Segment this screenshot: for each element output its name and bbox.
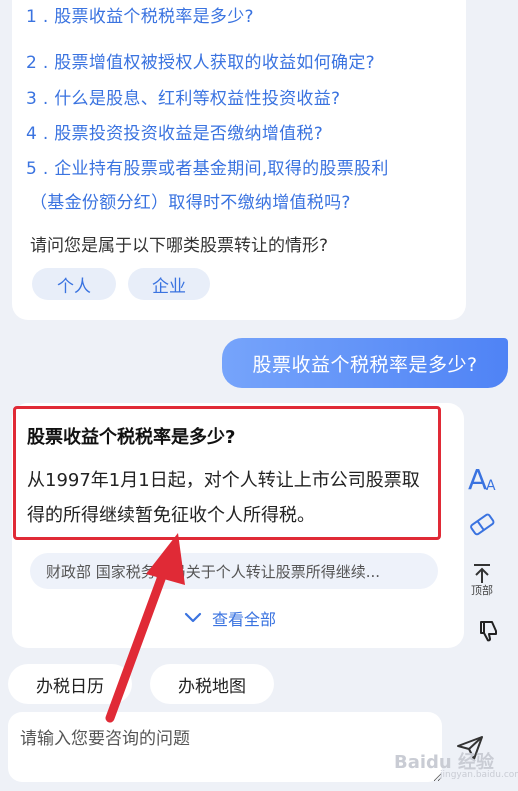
chevron-down-icon	[184, 612, 202, 623]
view-all-label: 查看全部	[212, 610, 277, 629]
svg-text:A: A	[468, 463, 487, 493]
view-all-link[interactable]: 查看全部	[184, 606, 276, 630]
answer-title: 股票收益个税税率是多少?	[27, 427, 236, 448]
choice-person-button[interactable]: 个人	[32, 268, 116, 300]
user-message-bubble: 股票收益个税税率是多少?	[222, 338, 508, 388]
faq-item-2[interactable]: 2 . 股票增值权被授权人获取的收益如何确定?	[26, 48, 375, 73]
clear-button[interactable]	[462, 504, 502, 544]
svg-text:A: A	[486, 478, 496, 493]
back-to-top-label: 顶部	[471, 584, 493, 597]
back-to-top-button[interactable]: 顶部	[462, 556, 502, 604]
faq-item-5-cont[interactable]: （基金份额分红）取得时不缴纳增值税吗?	[30, 188, 351, 213]
tax-map-button[interactable]: 办税地图	[150, 664, 274, 704]
faq-item-3[interactable]: 3 . 什么是股息、红利等权益性投资收益?	[26, 84, 340, 109]
source-link[interactable]: 财政部 国家税务总局关于个人转让股票所得继续...	[30, 553, 438, 589]
faq-item-4[interactable]: 4 . 股票投资投资收益是否缴纳增值税?	[26, 119, 323, 144]
font-size-icon: A A	[468, 463, 496, 493]
baidu-watermark-url: jingyan.baidu.com	[440, 770, 518, 780]
situation-prompt: 请问您是属于以下哪类股票转让的情形?	[30, 236, 329, 256]
eraser-icon	[470, 513, 495, 536]
answer-text-line-1: 从1997年1月1日起，对个人转让上市公司股票取	[27, 470, 420, 491]
question-input[interactable]	[8, 712, 442, 782]
font-size-button[interactable]: A A	[462, 458, 502, 498]
thumbs-down-icon	[480, 621, 497, 642]
faq-item-5[interactable]: 5 . 企业持有股票或者基金期间,取得的股票股利	[26, 154, 389, 179]
answer-text-line-2: 得的所得继续暂免征收个人所得税。	[27, 505, 315, 526]
choice-company-button[interactable]: 企业	[128, 268, 210, 300]
arrow-up-icon	[474, 564, 490, 583]
dislike-button[interactable]	[472, 614, 506, 648]
faq-item-1[interactable]: 1 . 股票收益个税税率是多少?	[26, 2, 254, 27]
tax-calendar-button[interactable]: 办税日历	[8, 664, 132, 704]
